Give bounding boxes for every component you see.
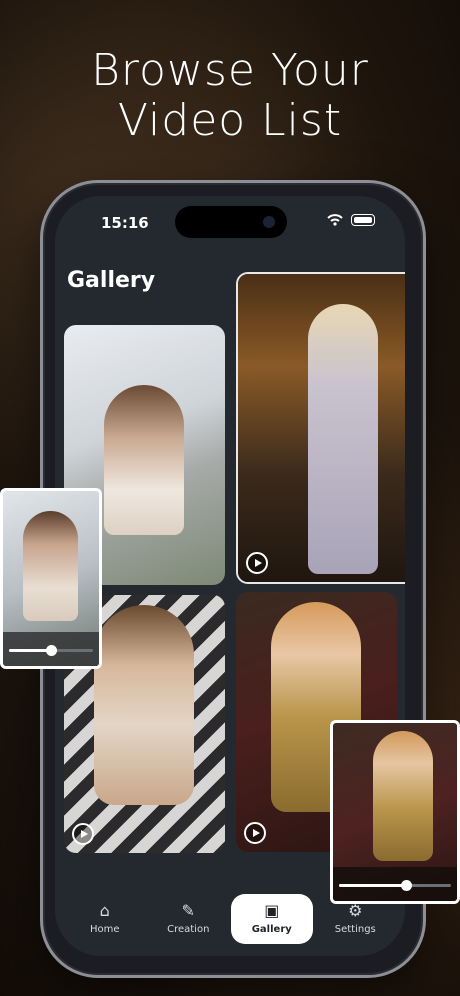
progress-fill (339, 884, 407, 887)
play-icon[interactable] (244, 822, 266, 844)
promo-headline: Browse Your Video List (0, 46, 460, 146)
nav-label-settings: Settings (334, 924, 376, 935)
preview-card-left[interactable] (0, 488, 102, 669)
nav-item-gallery[interactable]: ▣ Gallery (230, 894, 313, 944)
nav-item-home[interactable]: ⌂ Home (64, 894, 146, 944)
camera-icon (263, 216, 275, 228)
gallery-icon: ▣ (264, 901, 280, 920)
headline-line-1: Browse Your (91, 45, 369, 96)
home-icon: ⌂ (99, 901, 110, 920)
nav-label-gallery: Gallery (251, 924, 292, 935)
preview-card-right[interactable] (330, 720, 460, 904)
play-icon[interactable] (72, 823, 94, 845)
gear-icon: ⚙ (348, 901, 363, 920)
slider-knob[interactable] (46, 645, 57, 656)
video-card-2[interactable] (236, 272, 405, 584)
person-figure (373, 731, 433, 861)
battery-icon (351, 214, 375, 226)
progress-slider[interactable] (339, 880, 451, 891)
nav-label-home: Home (89, 924, 120, 935)
progress-slider[interactable] (9, 645, 93, 656)
play-icon[interactable] (246, 552, 268, 574)
person-figure (308, 304, 378, 574)
page-title: Gallery (67, 268, 156, 293)
nav-item-creation[interactable]: ✎ Creation (147, 894, 229, 944)
nav-label-creation: Creation (167, 924, 210, 935)
person-figure (104, 385, 184, 535)
wifi-icon (327, 214, 343, 226)
status-icons (327, 214, 375, 226)
status-time: 15:16 (101, 214, 149, 232)
brush-icon: ✎ (181, 901, 195, 920)
progress-fill (9, 649, 51, 652)
headline-line-2: Video List (117, 95, 343, 146)
person-figure (23, 511, 78, 621)
person-figure (94, 605, 194, 805)
dynamic-island (175, 206, 287, 238)
